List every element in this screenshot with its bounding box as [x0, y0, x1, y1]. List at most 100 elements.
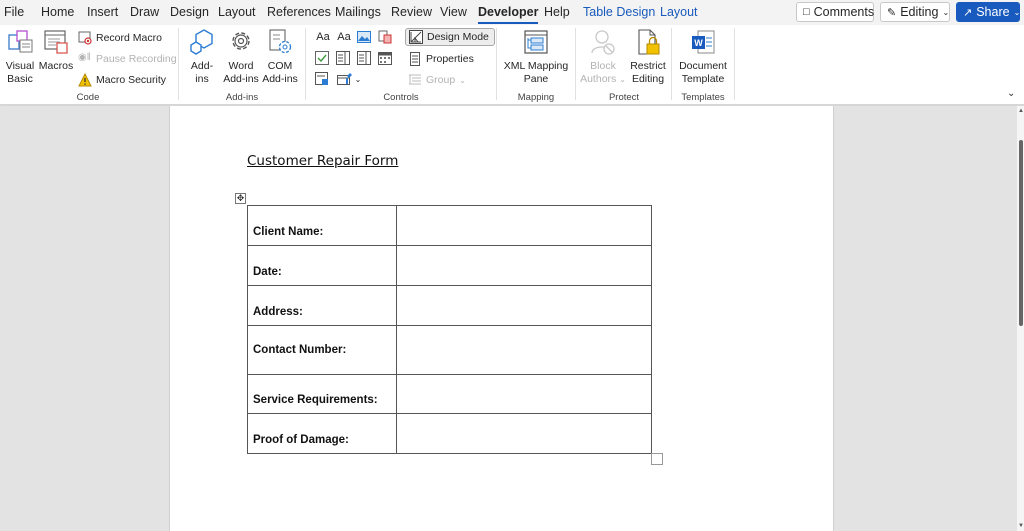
table-row: Client Name:	[247, 205, 652, 246]
tab-layout[interactable]: Layout	[218, 5, 256, 19]
picture-icon	[357, 31, 371, 43]
chevron-down-icon: ⌄	[459, 75, 466, 85]
drop-down-list-control-button[interactable]	[357, 51, 371, 65]
table-resize-handle[interactable]	[651, 453, 663, 465]
picture-control-button[interactable]	[357, 30, 371, 44]
group-label: Group	[426, 74, 456, 86]
word-document-icon: W	[689, 28, 717, 56]
ribbon-collapse-chevron-icon[interactable]: ⌄	[1007, 88, 1015, 99]
tab-table-design[interactable]: Table Design	[583, 5, 655, 19]
repeating-section-control-button[interactable]	[315, 72, 329, 86]
add-ins-label-2: ins	[195, 73, 209, 85]
checkbox-control-button[interactable]	[315, 51, 329, 65]
group-icon	[408, 73, 422, 87]
block-authors-button[interactable]: Block Authors ⌄	[579, 28, 627, 86]
rich-text-control-button[interactable]: Aa	[315, 30, 331, 44]
tab-developer[interactable]: Developer	[478, 5, 539, 24]
tab-draw[interactable]: Draw	[130, 5, 159, 19]
properties-icon	[408, 52, 422, 66]
menu-bar: File Home Insert Draw Design Layout Refe…	[0, 0, 1024, 25]
macro-security-button[interactable]: Macro Security	[78, 71, 166, 89]
tab-table-layout[interactable]: Layout	[660, 5, 698, 19]
record-macro-button[interactable]: Record Macro	[78, 29, 162, 47]
tab-view[interactable]: View	[440, 5, 467, 19]
pause-recording-button[interactable]: ◉‖ Pause Recording	[78, 50, 177, 68]
editing-mode-button[interactable]: ✎ Editing ⌄	[880, 2, 950, 22]
group-button[interactable]: Group ⌄	[408, 71, 466, 89]
field-value-client-name[interactable]	[396, 205, 652, 246]
comment-icon: □	[803, 6, 810, 18]
plain-text-control-button[interactable]: Aa	[336, 30, 352, 44]
date-picker-control-button[interactable]	[378, 51, 392, 65]
tab-insert[interactable]: Insert	[87, 5, 118, 19]
comments-label: Comments	[813, 5, 875, 19]
tab-review[interactable]: Review	[391, 5, 432, 19]
field-label-date: Date:	[247, 245, 397, 286]
field-value-date[interactable]	[396, 245, 652, 286]
ribbon: Visual Basic Macros Record Macro ◉‖ Paus…	[0, 25, 1024, 105]
table-move-handle-icon[interactable]: ✥	[235, 193, 246, 204]
document-title[interactable]: Customer Repair Form	[247, 153, 398, 169]
field-value-proof-of-damage[interactable]	[396, 413, 652, 454]
xml-mapping-pane-button[interactable]: XML Mapping Pane	[500, 28, 572, 86]
tab-file[interactable]: File	[4, 5, 24, 19]
field-label-service-requirements: Service Requirements:	[247, 374, 397, 414]
combo-box-control-button[interactable]	[336, 51, 350, 65]
field-value-address[interactable]	[396, 285, 652, 326]
restrict-editing-button[interactable]: Restrict Editing	[627, 28, 669, 86]
properties-button[interactable]: Properties	[408, 50, 474, 68]
properties-label: Properties	[426, 53, 474, 65]
group-divider	[671, 28, 672, 100]
tab-help[interactable]: Help	[544, 5, 570, 19]
legacy-tools-button[interactable]: ⌄	[336, 72, 362, 86]
word-add-ins-button[interactable]: Word Add-ins	[222, 28, 260, 86]
calendar-icon	[378, 52, 392, 65]
group-label-code: Code	[76, 92, 100, 103]
group-divider	[575, 28, 576, 100]
design-mode-button[interactable]: Design Mode	[405, 28, 495, 46]
plain-text-control-label: Aa	[337, 31, 351, 43]
share-label: Share	[976, 5, 1010, 19]
group-label-templates: Templates	[681, 92, 725, 103]
com-add-ins-button[interactable]: COM Add-ins	[260, 28, 300, 86]
chevron-down-icon: ⌄	[942, 7, 950, 17]
xml-mapping-label-1: XML Mapping	[503, 60, 569, 72]
add-ins-button[interactable]: Add- ins	[184, 28, 220, 86]
restrict-editing-label-1: Restrict	[630, 60, 666, 72]
scrollbar-thumb[interactable]	[1019, 140, 1023, 326]
restrict-editing-label-2: Editing	[631, 73, 665, 85]
table-row: Address:	[247, 285, 652, 326]
record-macro-label: Record Macro	[96, 32, 162, 44]
share-button[interactable]: ↗ Share ⌄	[956, 2, 1020, 22]
vertical-scrollbar[interactable]: ▲ ▼	[1017, 106, 1024, 531]
tab-home[interactable]: Home	[41, 5, 74, 19]
pause-recording-label: Pause Recording	[96, 53, 177, 65]
macros-button[interactable]: Macros	[38, 28, 74, 73]
tab-mailings[interactable]: Mailings	[335, 5, 381, 19]
scroll-down-arrow-icon[interactable]: ▼	[1018, 523, 1024, 529]
field-value-service-requirements[interactable]	[396, 374, 652, 414]
group-templates: W Document Template Templates	[673, 25, 733, 105]
drop-down-list-icon	[357, 51, 371, 65]
comments-button[interactable]: □ Comments	[796, 2, 874, 22]
word-add-ins-label-2: Add-ins	[223, 73, 259, 85]
word-add-ins-label-1: Word	[228, 60, 254, 72]
repeating-section-icon	[315, 72, 328, 85]
pause-icon: ◉‖	[78, 52, 91, 63]
macros-icon	[42, 28, 70, 56]
com-add-ins-icon	[266, 28, 294, 56]
document-template-button[interactable]: W Document Template	[675, 28, 731, 86]
block-authors-label-2-text: Authors	[580, 73, 617, 85]
scroll-up-arrow-icon[interactable]: ▲	[1018, 108, 1024, 114]
tab-design[interactable]: Design	[170, 5, 209, 19]
field-value-contact-number[interactable]	[396, 325, 652, 375]
tab-references[interactable]: References	[267, 5, 331, 19]
table-row: Contact Number:	[247, 325, 652, 375]
table-row: Proof of Damage:	[247, 413, 652, 454]
document-template-label-1: Document	[679, 60, 727, 72]
com-add-ins-label-2: Add-ins	[262, 73, 298, 85]
visual-basic-button[interactable]: Visual Basic	[4, 28, 36, 86]
group-controls: Aa Aa ⌄ Design Mode Properties Group ⌄ C…	[307, 25, 495, 105]
building-block-control-button[interactable]	[378, 30, 392, 44]
field-label-proof-of-damage: Proof of Damage:	[247, 413, 397, 454]
